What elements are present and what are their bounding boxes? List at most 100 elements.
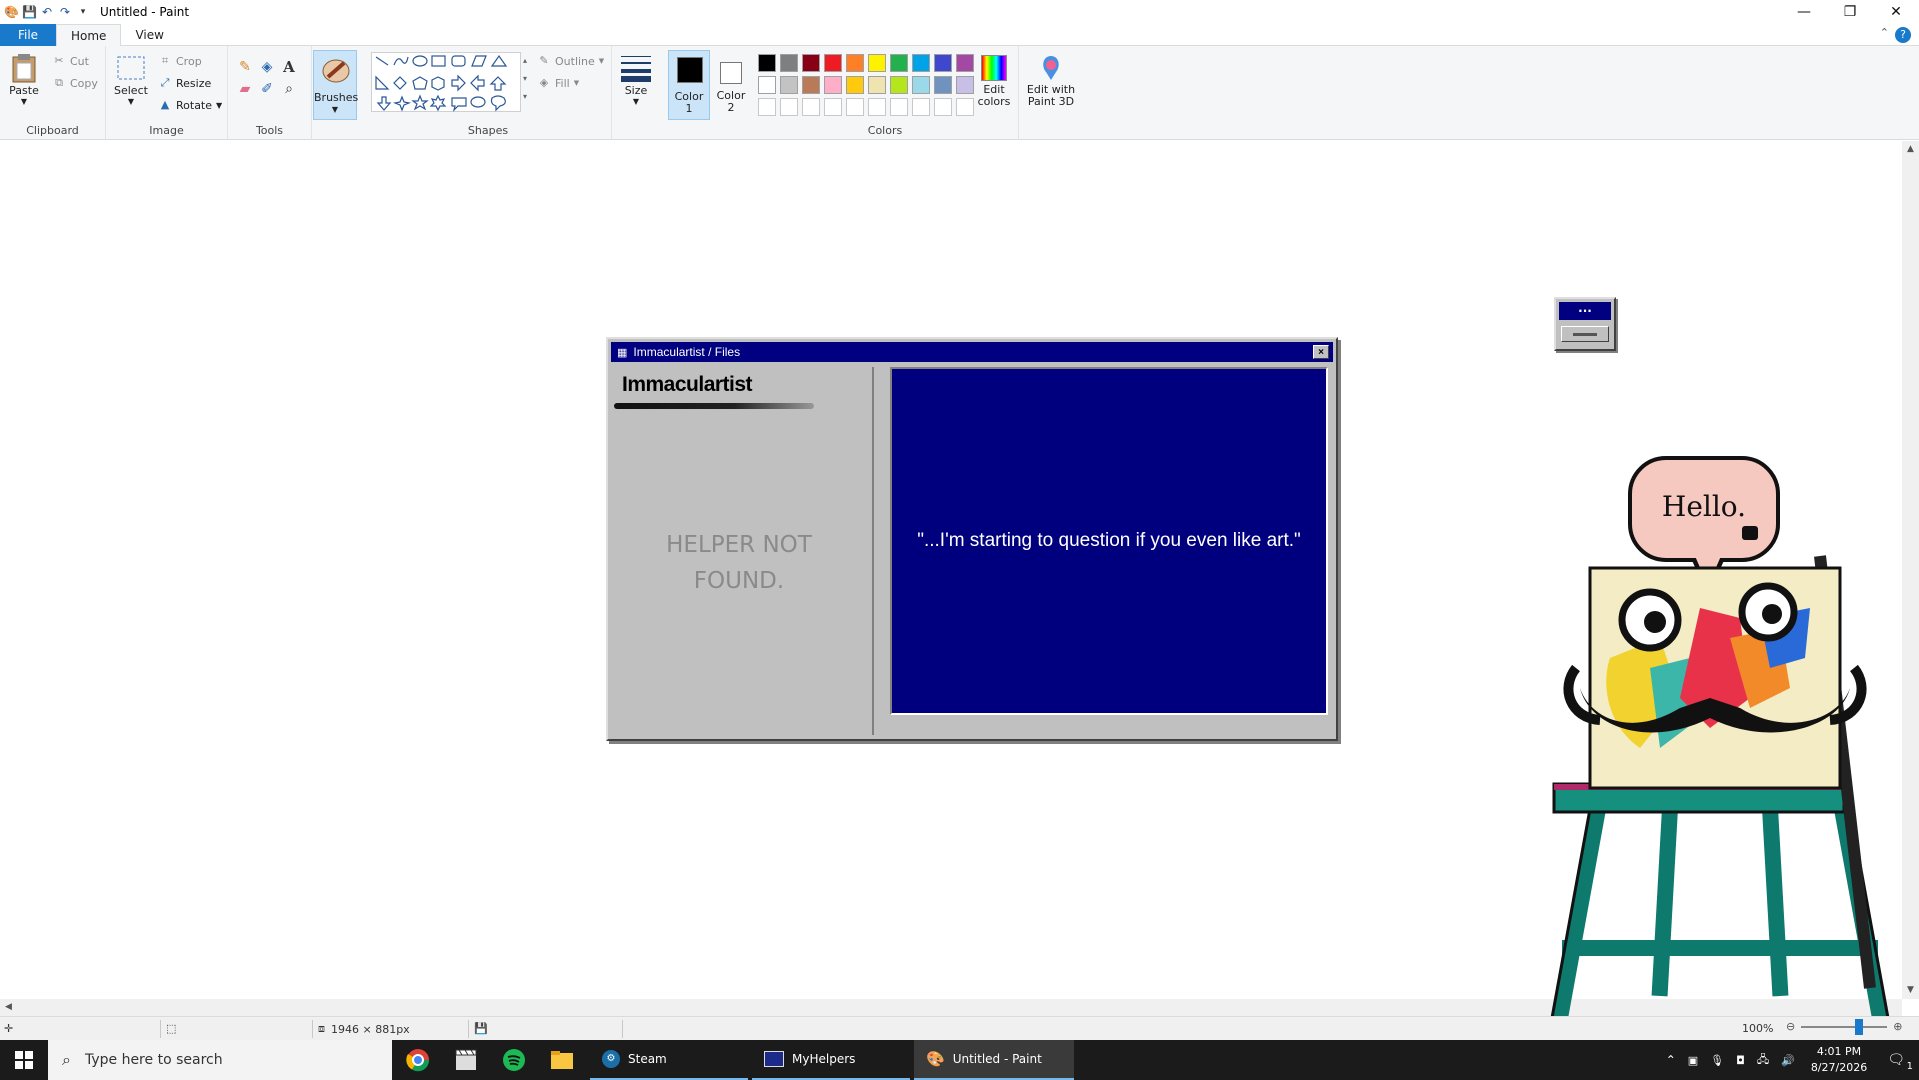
volume-icon[interactable]: 🔊 xyxy=(1775,1054,1801,1067)
copy-button[interactable]: ⧉ Copy xyxy=(52,76,98,90)
taskbar-search-box[interactable]: ⌕ Type here to search xyxy=(48,1040,392,1080)
customize-qat-icon[interactable]: ▾ xyxy=(76,5,90,19)
color-swatch[interactable] xyxy=(758,76,776,94)
color-swatch[interactable] xyxy=(934,54,952,72)
color-swatch[interactable] xyxy=(824,76,842,94)
zoom-out-icon[interactable]: ⊖ xyxy=(1786,1020,1795,1033)
custom-color-slot[interactable] xyxy=(846,98,864,116)
scroll-up-icon[interactable]: ▲ xyxy=(1902,141,1919,158)
custom-color-slot[interactable] xyxy=(802,98,820,116)
taskbar-app-steam[interactable]: ⚙ Steam xyxy=(590,1040,748,1080)
select-button[interactable]: Select ▼ xyxy=(114,52,148,106)
pencil-icon[interactable]: ✎ xyxy=(238,60,252,74)
zoom-in-icon[interactable]: ⊕ xyxy=(1893,1020,1902,1033)
redo-icon[interactable]: ↷ xyxy=(58,5,72,19)
shapes-scroll[interactable]: ▴ ▾ ▾ xyxy=(523,52,531,112)
scroll-left-icon[interactable]: ◀ xyxy=(0,999,17,1016)
custom-color-slot[interactable] xyxy=(780,98,798,116)
save-icon[interactable]: 💾 xyxy=(22,5,37,19)
color-swatch[interactable] xyxy=(780,76,798,94)
custom-color-slot[interactable] xyxy=(890,98,908,116)
chevron-down-icon: ▼ xyxy=(127,97,135,106)
scroll-down-icon[interactable]: ▼ xyxy=(1902,982,1919,999)
file-explorer-icon[interactable] xyxy=(538,1040,586,1080)
capture-icon[interactable]: ◘ xyxy=(1730,1054,1751,1067)
paste-button[interactable]: Paste ▼ xyxy=(8,52,40,106)
helper-not-found-line1: HELPER NOT xyxy=(666,532,812,558)
title-bar: 🎨 💾 ↶ ↷ ▾ Untitled - Paint — ❐ ✕ xyxy=(0,0,1919,24)
custom-color-slot[interactable] xyxy=(824,98,842,116)
color-swatch[interactable] xyxy=(890,76,908,94)
fill-button[interactable]: ◈ Fill ▼ xyxy=(537,76,579,90)
retro-close-button[interactable]: × xyxy=(1313,345,1329,359)
fill-bucket-icon[interactable]: ◈ xyxy=(260,60,274,74)
size-button[interactable]: Size ▼ xyxy=(616,52,656,106)
device-icon[interactable]: ▣ xyxy=(1682,1054,1704,1067)
tab-file[interactable]: File xyxy=(0,24,56,46)
cursor-position-icon: ✛ xyxy=(4,1022,14,1035)
network-icon[interactable]: 🖧 xyxy=(1751,1051,1775,1070)
mini-window-button[interactable] xyxy=(1561,326,1609,342)
color-swatch[interactable] xyxy=(956,76,974,94)
spotify-icon[interactable] xyxy=(490,1040,538,1080)
color-swatch[interactable] xyxy=(802,54,820,72)
clock[interactable]: 4:01 PM 8/27/2026 xyxy=(1801,1044,1877,1076)
custom-color-slot[interactable] xyxy=(956,98,974,116)
crop-button[interactable]: ⌗ Crop xyxy=(158,54,202,68)
custom-color-slot[interactable] xyxy=(934,98,952,116)
color-swatch[interactable] xyxy=(846,76,864,94)
edit-with-paint3d-button[interactable]: Edit with Paint 3D xyxy=(1024,52,1078,108)
color-swatch[interactable] xyxy=(868,54,886,72)
custom-color-slot[interactable] xyxy=(758,98,776,116)
color-swatch[interactable] xyxy=(824,54,842,72)
color-swatch[interactable] xyxy=(956,54,974,72)
notification-center-button[interactable]: 🗨 1 xyxy=(1877,1052,1919,1072)
tab-view[interactable]: View xyxy=(121,24,177,46)
mini-retro-window[interactable]: ... xyxy=(1554,297,1616,351)
video-editor-icon[interactable] xyxy=(442,1040,490,1080)
color-picker-icon[interactable]: ✐ xyxy=(260,82,274,96)
taskbar-app-myhelpers[interactable]: MyHelpers xyxy=(752,1040,910,1080)
rotate-button[interactable]: ▲ Rotate ▼ xyxy=(158,98,222,112)
zoom-slider[interactable]: ⊖ ⊕ xyxy=(1786,1018,1902,1035)
resize-button[interactable]: ⤢ Resize xyxy=(158,76,212,90)
eraser-icon[interactable]: ▰ xyxy=(238,82,252,96)
color-swatch[interactable] xyxy=(780,54,798,72)
start-button[interactable] xyxy=(0,1040,48,1080)
painter-character-art xyxy=(1550,555,1890,1020)
color-swatch[interactable] xyxy=(758,54,776,72)
microphone-icon[interactable]: 🎙 xyxy=(1704,1054,1730,1067)
line-size-icon xyxy=(620,52,652,84)
custom-color-slot[interactable] xyxy=(912,98,930,116)
color-swatch[interactable] xyxy=(802,76,820,94)
close-button[interactable]: ✕ xyxy=(1873,0,1919,24)
vertical-scrollbar[interactable]: ▲ ▼ xyxy=(1902,141,1919,999)
color-swatch[interactable] xyxy=(846,54,864,72)
taskbar-app-paint[interactable]: 🎨 Untitled - Paint xyxy=(914,1040,1074,1080)
help-icon[interactable]: ? xyxy=(1895,27,1911,43)
zoom-slider-thumb[interactable] xyxy=(1855,1018,1864,1035)
restore-button[interactable]: ❐ xyxy=(1827,0,1873,24)
collapse-ribbon-icon[interactable]: ⌃ xyxy=(1880,26,1889,39)
undo-icon[interactable]: ↶ xyxy=(40,5,54,19)
magnifier-icon[interactable]: ⌕ xyxy=(282,82,296,96)
tab-home[interactable]: Home xyxy=(56,24,122,46)
custom-color-slot[interactable] xyxy=(868,98,886,116)
color2-button[interactable]: Color 2 xyxy=(712,50,750,120)
shapes-gallery[interactable] xyxy=(371,52,521,112)
edit-colors-button[interactable]: Edit colors xyxy=(976,52,1012,108)
cut-button[interactable]: ✂ Cut xyxy=(52,54,89,68)
show-hidden-icons-icon[interactable]: ⌃ xyxy=(1660,1053,1682,1067)
color1-button[interactable]: Color 1 xyxy=(668,50,710,120)
chrome-icon[interactable] xyxy=(394,1040,442,1080)
color-swatch[interactable] xyxy=(890,54,908,72)
text-icon[interactable]: A xyxy=(282,60,296,75)
outline-button[interactable]: ✎ Outline ▼ xyxy=(537,54,604,68)
color-swatch[interactable] xyxy=(912,76,930,94)
color-swatch[interactable] xyxy=(912,54,930,72)
minimize-button[interactable]: — xyxy=(1781,0,1827,24)
color-swatch[interactable] xyxy=(934,76,952,94)
rotate-icon: ▲ xyxy=(160,98,170,111)
color-swatch[interactable] xyxy=(868,76,886,94)
brushes-button[interactable]: Brushes ▼ xyxy=(313,50,358,120)
